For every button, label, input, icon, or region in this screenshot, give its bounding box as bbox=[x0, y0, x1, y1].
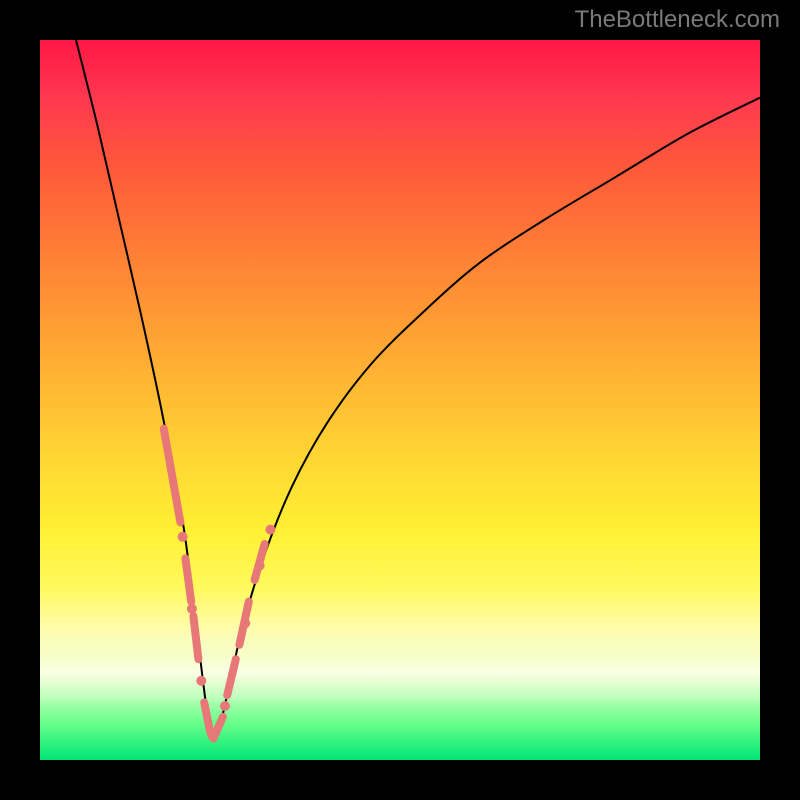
bottleneck-curve bbox=[76, 40, 760, 740]
curve-marker-dot bbox=[178, 532, 188, 542]
marker-group bbox=[164, 429, 276, 740]
curve-marker-dot bbox=[265, 525, 275, 535]
curve-marker-dot bbox=[196, 676, 206, 686]
curve-marker-dot bbox=[240, 618, 250, 628]
curve-marker-segment bbox=[164, 429, 181, 523]
curve-marker-dot bbox=[255, 561, 265, 571]
curve-marker-dot bbox=[207, 730, 217, 740]
curve-marker-segment bbox=[193, 616, 198, 659]
curve-marker-segment bbox=[185, 558, 191, 601]
curve-marker-segment bbox=[227, 659, 236, 695]
chart-plot-area bbox=[40, 40, 760, 760]
curve-marker-dot bbox=[187, 604, 197, 614]
curve-marker-dot bbox=[220, 701, 230, 711]
curve-marker-segment bbox=[204, 702, 210, 731]
watermark-text: TheBottleneck.com bbox=[575, 6, 780, 34]
chart-svg bbox=[40, 40, 760, 760]
